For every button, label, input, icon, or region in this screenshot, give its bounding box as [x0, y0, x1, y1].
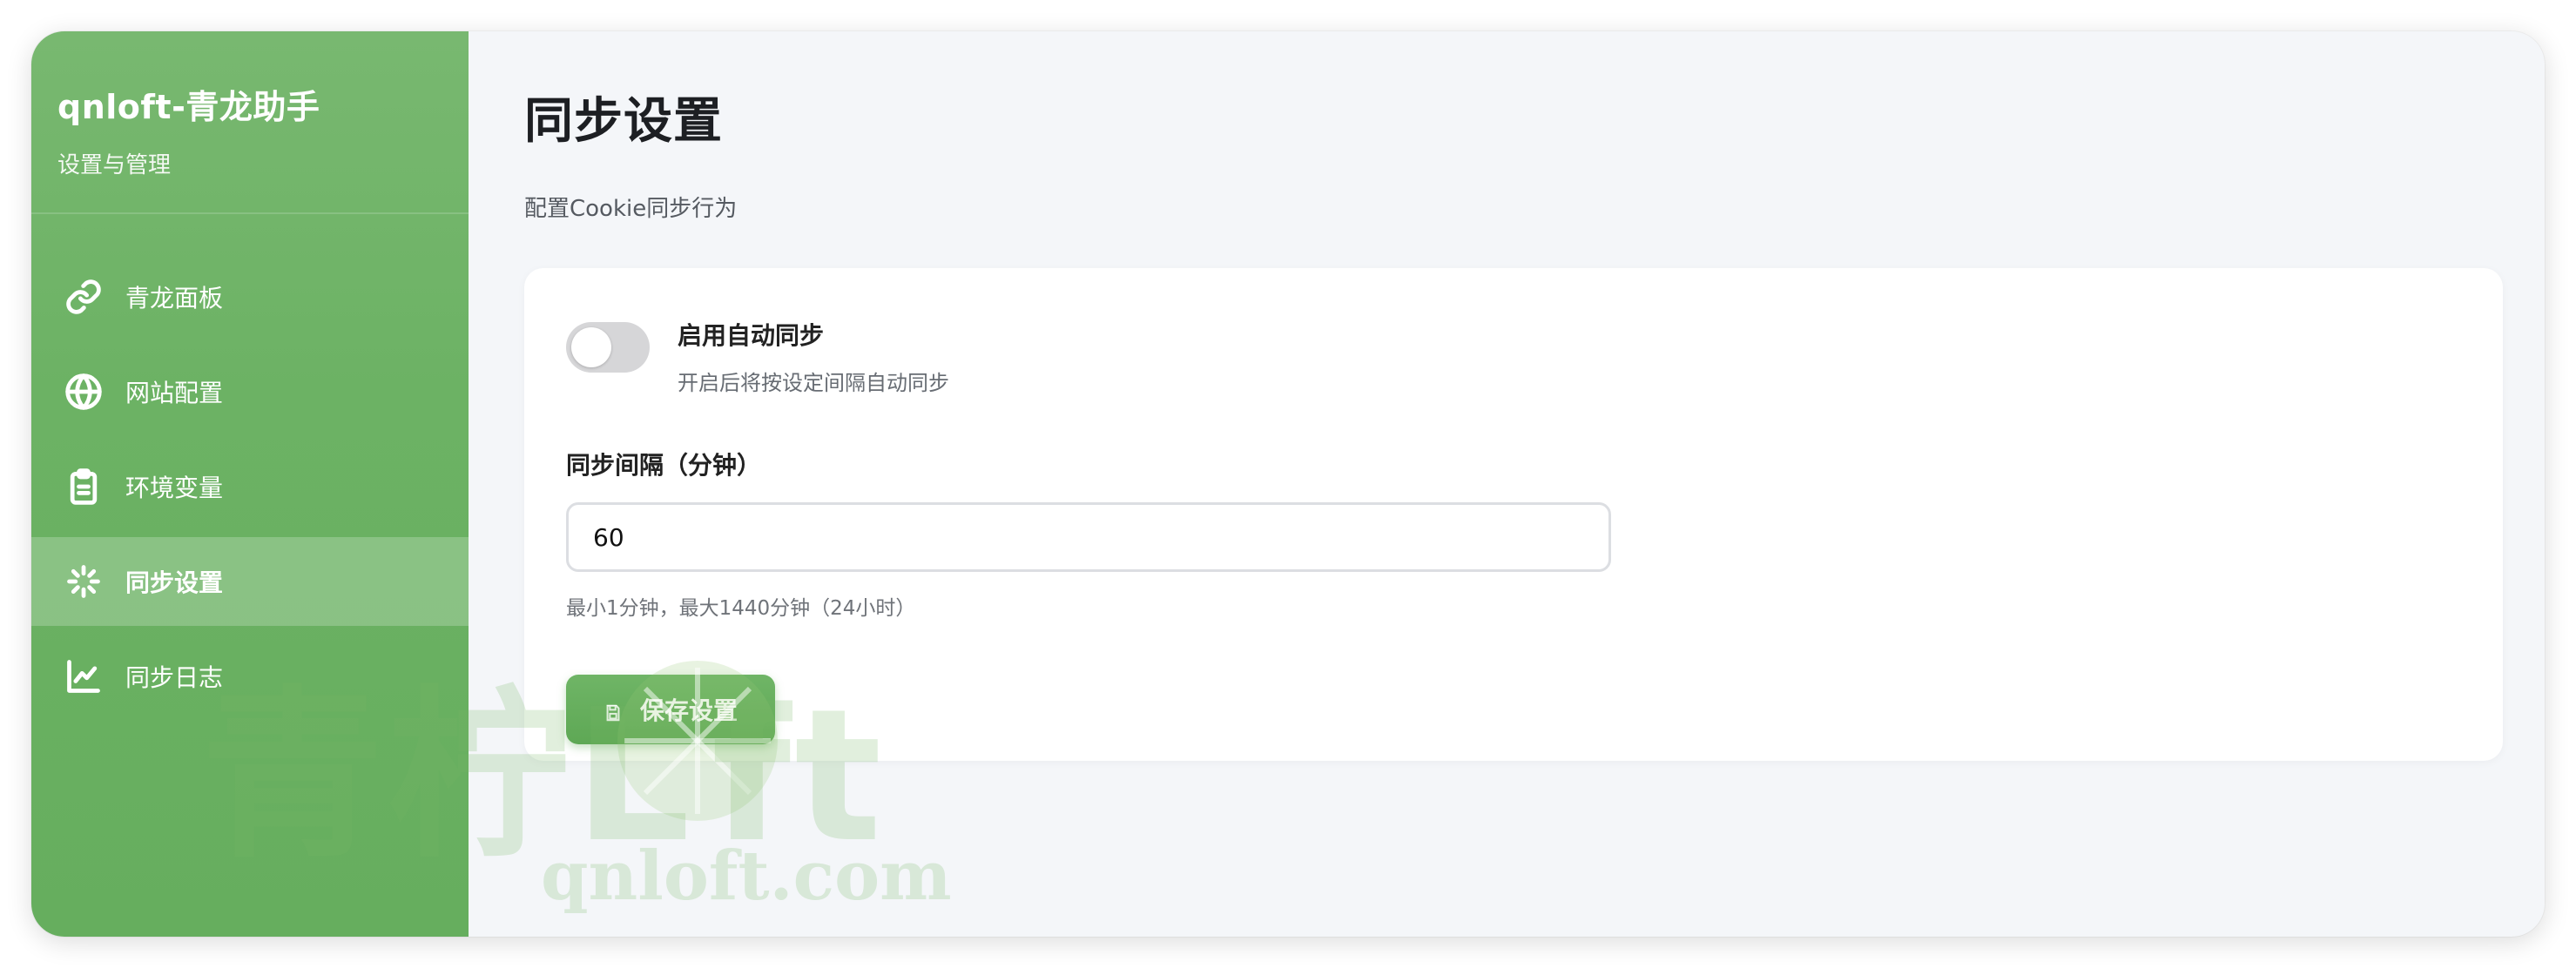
brand: qnloft-青龙助手 设置与管理 [31, 31, 469, 214]
auto-sync-toggle[interactable] [566, 322, 650, 373]
interval-hint: 最小1分钟，最大1440分钟（24小时） [566, 597, 916, 620]
interval-input[interactable] [566, 502, 1611, 572]
save-button-label: 保存设置 [639, 696, 738, 725]
sidebar-item-label: 青龙面板 [125, 284, 224, 313]
sidebar: qnloft-青龙助手 设置与管理 青龙面板 网站配置 环境变量 同步设置 同步… [31, 31, 469, 937]
sidebar-item-label: 网站配置 [125, 379, 224, 407]
sidebar-item-label: 环境变量 [125, 474, 224, 502]
sidebar-item-sync-settings[interactable]: 同步设置 [31, 537, 469, 626]
link-icon [64, 278, 103, 316]
sidebar-item-qinglong-panel[interactable]: 青龙面板 [31, 252, 469, 341]
interval-label: 同步间隔（分钟） [566, 451, 762, 480]
sidebar-nav: 青龙面板 网站配置 环境变量 同步设置 同步日志 [31, 252, 469, 721]
brand-title: qnloft-青龙助手 [57, 88, 320, 126]
sidebar-item-label: 同步日志 [125, 663, 224, 692]
page-description: 配置Cookie同步行为 [524, 196, 738, 222]
save-icon [604, 700, 623, 722]
toggle-knob [571, 327, 611, 367]
auto-sync-label: 启用自动同步 [678, 321, 825, 350]
auto-sync-row: 启用自动同步 开启后将按设定间隔自动同步 [566, 317, 2461, 396]
save-settings-button[interactable]: 保存设置 [566, 675, 775, 744]
main-content: 同步设置 配置Cookie同步行为 启用自动同步 开启后将按设定间隔自动同步 同… [469, 31, 2545, 937]
auto-sync-description: 开启后将按设定间隔自动同步 [678, 371, 949, 395]
sidebar-item-sync-logs[interactable]: 同步日志 [31, 632, 469, 721]
sidebar-item-env-vars[interactable]: 环境变量 [31, 442, 469, 531]
sidebar-item-label: 同步设置 [125, 568, 224, 597]
auto-sync-text: 启用自动同步 开启后将按设定间隔自动同步 [678, 317, 949, 396]
sidebar-item-site-config[interactable]: 网站配置 [31, 347, 469, 436]
page-title: 同步设置 [524, 93, 723, 150]
line-chart-icon [64, 657, 103, 696]
clipboard-icon [64, 467, 103, 506]
brand-subtitle: 设置与管理 [57, 152, 172, 178]
sparkle-icon [64, 562, 103, 601]
app-window: qnloft-青龙助手 设置与管理 青龙面板 网站配置 环境变量 同步设置 同步… [31, 31, 2545, 937]
settings-card: 启用自动同步 开启后将按设定间隔自动同步 同步间隔（分钟） 最小1分钟，最大14… [524, 268, 2503, 761]
globe-icon [64, 373, 103, 411]
